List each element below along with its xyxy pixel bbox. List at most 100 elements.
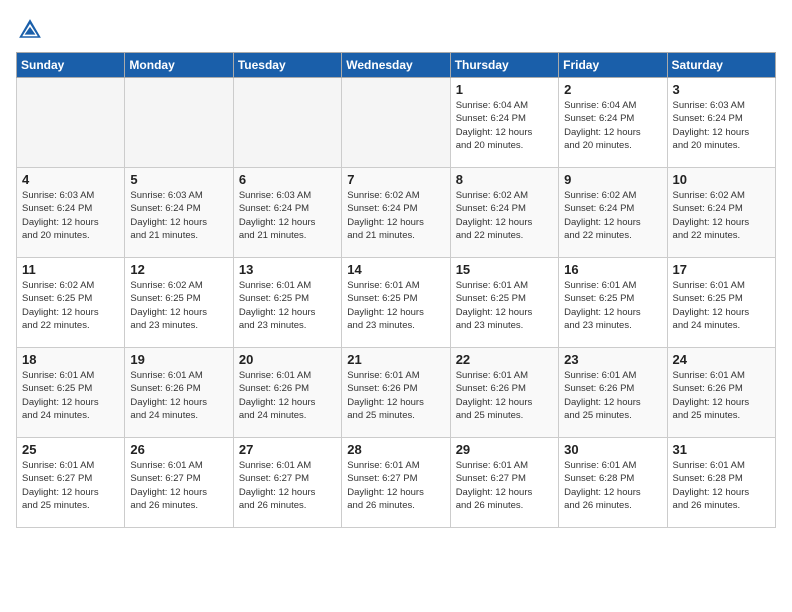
calendar-cell: 21Sunrise: 6:01 AMSunset: 6:26 PMDayligh…: [342, 348, 450, 438]
calendar-cell: 2 Sunrise: 6:04 AMSunset: 6:24 PMDaylight…: [559, 78, 667, 168]
day-number: 16: [564, 262, 661, 277]
day-info: Sunrise: 6:02 AMSunset: 6:25 PMDaylight:…: [130, 279, 227, 332]
day-info: Sunrise: 6:01 AMSunset: 6:27 PMDaylight:…: [239, 459, 336, 512]
day-info: Sunrise: 6:01 AMSunset: 6:26 PMDaylight:…: [347, 369, 444, 422]
day-number: 28: [347, 442, 444, 457]
day-info: Sunrise: 6:02 AMSunset: 6:24 PMDaylight:…: [673, 189, 770, 242]
calendar-cell: 24 Sunrise: 6:01 AMSunset: 6:26 PMDayligh…: [667, 348, 775, 438]
calendar-cell: 27 Sunrise: 6:01 AMSunset: 6:27 PMDayligh…: [233, 438, 341, 528]
calendar-cell: [233, 78, 341, 168]
day-number: 31: [673, 442, 770, 457]
day-number: 3: [673, 82, 770, 97]
day-info: Sunrise: 6:03 AMSunset: 6:24 PMDaylight:…: [130, 189, 227, 242]
day-number: 27: [239, 442, 336, 457]
day-number: 6: [239, 172, 336, 187]
day-number: 9: [564, 172, 661, 187]
day-number: 4: [22, 172, 119, 187]
day-info: Sunrise: 6:01 AMSunset: 6:28 PMDaylight:…: [564, 459, 661, 512]
weekday-header-friday: Friday: [559, 53, 667, 78]
calendar-cell: 20 Sunrise: 6:01 AMSunset: 6:26 PMDayligh…: [233, 348, 341, 438]
calendar-week-row: 25 Sunrise: 6:01 AMSunset: 6:27 PMDayligh…: [17, 438, 776, 528]
day-info: Sunrise: 6:02 AMSunset: 6:24 PMDaylight:…: [564, 189, 661, 242]
day-info: Sunrise: 6:04 AMSunset: 6:24 PMDaylight:…: [456, 99, 553, 152]
weekday-header-row: SundayMondayTuesdayWednesdayThursdayFrid…: [17, 53, 776, 78]
day-info: Sunrise: 6:01 AMSunset: 6:25 PMDaylight:…: [239, 279, 336, 332]
calendar-week-row: 4 Sunrise: 6:03 AMSunset: 6:24 PMDaylight…: [17, 168, 776, 258]
calendar-cell: 17 Sunrise: 6:01 AMSunset: 6:25 PMDayligh…: [667, 258, 775, 348]
calendar-cell: 11 Sunrise: 6:02 AMSunset: 6:25 PMDayligh…: [17, 258, 125, 348]
calendar-cell: 5 Sunrise: 6:03 AMSunset: 6:24 PMDaylight…: [125, 168, 233, 258]
calendar-cell: 1 Sunrise: 6:04 AMSunset: 6:24 PMDaylight…: [450, 78, 558, 168]
calendar-cell: 10 Sunrise: 6:02 AMSunset: 6:24 PMDayligh…: [667, 168, 775, 258]
day-info: Sunrise: 6:01 AMSunset: 6:26 PMDaylight:…: [456, 369, 553, 422]
calendar-cell: 30 Sunrise: 6:01 AMSunset: 6:28 PMDayligh…: [559, 438, 667, 528]
day-info: Sunrise: 6:01 AMSunset: 6:26 PMDaylight:…: [239, 369, 336, 422]
calendar-cell: [125, 78, 233, 168]
day-info: Sunrise: 6:01 AMSunset: 6:27 PMDaylight:…: [456, 459, 553, 512]
day-number: 1: [456, 82, 553, 97]
day-info: Sunrise: 6:02 AMSunset: 6:24 PMDaylight:…: [347, 189, 444, 242]
day-number: 25: [22, 442, 119, 457]
calendar-cell: [17, 78, 125, 168]
day-info: Sunrise: 6:02 AMSunset: 6:24 PMDaylight:…: [456, 189, 553, 242]
day-number: 20: [239, 352, 336, 367]
calendar-cell: 28 Sunrise: 6:01 AMSunset: 6:27 PMDayligh…: [342, 438, 450, 528]
day-info: Sunrise: 6:01 AMSunset: 6:27 PMDaylight:…: [22, 459, 119, 512]
day-info: Sunrise: 6:03 AMSunset: 6:24 PMDaylight:…: [239, 189, 336, 242]
calendar-cell: 29 Sunrise: 6:01 AMSunset: 6:27 PMDayligh…: [450, 438, 558, 528]
calendar-cell: 18 Sunrise: 6:01 AMSunset: 6:25 PMDayligh…: [17, 348, 125, 438]
calendar-cell: 3Sunrise: 6:03 AMSunset: 6:24 PMDaylight…: [667, 78, 775, 168]
day-info: Sunrise: 6:01 AMSunset: 6:25 PMDaylight:…: [456, 279, 553, 332]
calendar-cell: 12 Sunrise: 6:02 AMSunset: 6:25 PMDayligh…: [125, 258, 233, 348]
day-number: 24: [673, 352, 770, 367]
weekday-header-tuesday: Tuesday: [233, 53, 341, 78]
day-number: 8: [456, 172, 553, 187]
day-number: 26: [130, 442, 227, 457]
day-number: 13: [239, 262, 336, 277]
weekday-header-saturday: Saturday: [667, 53, 775, 78]
day-number: 11: [22, 262, 119, 277]
calendar-cell: 31 Sunrise: 6:01 AMSunset: 6:28 PMDayligh…: [667, 438, 775, 528]
day-number: 10: [673, 172, 770, 187]
calendar-table: SundayMondayTuesdayWednesdayThursdayFrid…: [16, 52, 776, 528]
day-number: 12: [130, 262, 227, 277]
calendar-cell: 25 Sunrise: 6:01 AMSunset: 6:27 PMDayligh…: [17, 438, 125, 528]
day-info: Sunrise: 6:01 AMSunset: 6:25 PMDaylight:…: [564, 279, 661, 332]
logo-icon: [16, 16, 44, 44]
day-info: Sunrise: 6:01 AMSunset: 6:25 PMDaylight:…: [673, 279, 770, 332]
day-info: Sunrise: 6:01 AMSunset: 6:28 PMDaylight:…: [673, 459, 770, 512]
day-number: 17: [673, 262, 770, 277]
day-number: 22: [456, 352, 553, 367]
day-info: Sunrise: 6:01 AMSunset: 6:25 PMDaylight:…: [22, 369, 119, 422]
calendar-cell: 4 Sunrise: 6:03 AMSunset: 6:24 PMDaylight…: [17, 168, 125, 258]
calendar-cell: [342, 78, 450, 168]
day-number: 2: [564, 82, 661, 97]
day-info: Sunrise: 6:01 AMSunset: 6:27 PMDaylight:…: [130, 459, 227, 512]
calendar-cell: 13 Sunrise: 6:01 AMSunset: 6:25 PMDayligh…: [233, 258, 341, 348]
day-info: Sunrise: 6:04 AMSunset: 6:24 PMDaylight:…: [564, 99, 661, 152]
day-info: Sunrise: 6:01 AMSunset: 6:27 PMDaylight:…: [347, 459, 444, 512]
page-header: [16, 16, 776, 44]
calendar-cell: 6 Sunrise: 6:03 AMSunset: 6:24 PMDaylight…: [233, 168, 341, 258]
day-info: Sunrise: 6:02 AMSunset: 6:25 PMDaylight:…: [22, 279, 119, 332]
calendar-cell: 19Sunrise: 6:01 AMSunset: 6:26 PMDayligh…: [125, 348, 233, 438]
day-number: 15: [456, 262, 553, 277]
calendar-week-row: 11 Sunrise: 6:02 AMSunset: 6:25 PMDayligh…: [17, 258, 776, 348]
calendar-week-row: 1 Sunrise: 6:04 AMSunset: 6:24 PMDaylight…: [17, 78, 776, 168]
calendar-cell: 8 Sunrise: 6:02 AMSunset: 6:24 PMDaylight…: [450, 168, 558, 258]
weekday-header-wednesday: Wednesday: [342, 53, 450, 78]
calendar-week-row: 18 Sunrise: 6:01 AMSunset: 6:25 PMDayligh…: [17, 348, 776, 438]
calendar-cell: 23Sunrise: 6:01 AMSunset: 6:26 PMDayligh…: [559, 348, 667, 438]
day-number: 29: [456, 442, 553, 457]
weekday-header-thursday: Thursday: [450, 53, 558, 78]
day-info: Sunrise: 6:03 AMSunset: 6:24 PMDaylight:…: [22, 189, 119, 242]
day-number: 5: [130, 172, 227, 187]
day-info: Sunrise: 6:01 AMSunset: 6:26 PMDaylight:…: [130, 369, 227, 422]
day-info: Sunrise: 6:01 AMSunset: 6:26 PMDaylight:…: [673, 369, 770, 422]
day-number: 18: [22, 352, 119, 367]
calendar-cell: 7Sunrise: 6:02 AMSunset: 6:24 PMDaylight…: [342, 168, 450, 258]
calendar-cell: 9 Sunrise: 6:02 AMSunset: 6:24 PMDaylight…: [559, 168, 667, 258]
day-info: Sunrise: 6:01 AMSunset: 6:25 PMDaylight:…: [347, 279, 444, 332]
day-number: 30: [564, 442, 661, 457]
day-number: 14: [347, 262, 444, 277]
